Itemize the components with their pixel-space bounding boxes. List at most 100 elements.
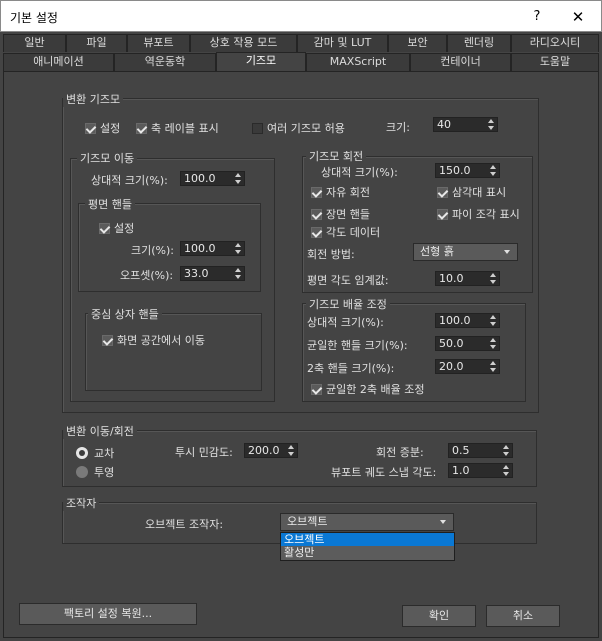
spinner-arrows-icon[interactable]	[235, 268, 242, 279]
move-gizmo-group-label: 기즈모 이동	[77, 150, 138, 166]
spinner-arrows-icon[interactable]	[235, 243, 242, 254]
uniform-handle-size-label: 균일한 핸들 크기(%):	[307, 339, 408, 352]
rotate-relative-size-spinner[interactable]: 150.0	[435, 163, 500, 178]
biaxial-handle-size-label: 2축 핸들 크기(%):	[307, 362, 395, 375]
gizmo-size-spinner[interactable]: 40	[433, 117, 498, 132]
tab-radiosity[interactable]: 라디오시티	[511, 34, 599, 52]
viewport-arc-snap-label: 뷰포트 궤도 스냅 각도:	[331, 466, 437, 479]
spinner-arrows-icon[interactable]	[503, 465, 510, 476]
object-manipulators-label: 오브젝트 조작자:	[145, 518, 224, 531]
window-title: 기본 설정	[10, 11, 58, 25]
gizmo-size-label: 크기:	[386, 121, 410, 134]
scale-gizmo-group-label: 기즈모 배율 조정	[306, 296, 390, 312]
checkbox-checked-icon	[136, 122, 147, 134]
spinner-arrows-icon[interactable]	[490, 165, 497, 176]
rotate-gizmo-group-label: 기즈모 회전	[306, 148, 367, 164]
rotation-increment-label: 회전 증분:	[376, 446, 424, 459]
center-box-handle-group-label: 중심 상자 핸들	[88, 306, 162, 322]
transform-gizmo-on-checkbox[interactable]: 설정	[85, 120, 120, 136]
plane-handle-size-label: 크기(%):	[131, 244, 174, 257]
close-icon[interactable]: ✕	[563, 5, 593, 29]
move-relative-size-spinner[interactable]: 100.0	[180, 171, 245, 186]
spinner-arrows-icon[interactable]	[503, 445, 510, 456]
chevron-down-icon	[440, 520, 446, 524]
move-rotate-transforms-group-label: 변환 이동/회전	[63, 423, 137, 439]
help-icon[interactable]: ?	[525, 6, 549, 28]
center-box-handle-group	[85, 313, 262, 391]
biaxial-handle-size-spinner[interactable]: 20.0	[435, 359, 500, 374]
show-axis-labels-checkbox[interactable]: 축 레이블 표시	[136, 120, 219, 136]
checkbox-checked-icon	[311, 383, 322, 395]
scale-relative-size-label: 상대적 크기(%):	[307, 316, 384, 329]
show-pie-slice-checkbox[interactable]: 파이 조각 표시	[437, 206, 520, 222]
tab-maxscript[interactable]: MAXScript	[306, 53, 410, 71]
tab-general[interactable]: 일반	[3, 34, 66, 52]
tab-files[interactable]: 파일	[66, 34, 127, 52]
option-active-only[interactable]: 활성만	[281, 546, 454, 559]
spinner-arrows-icon[interactable]	[490, 273, 497, 284]
spinner-arrows-icon[interactable]	[288, 445, 295, 456]
viewport-arc-snap-spinner[interactable]: 1.0	[448, 463, 513, 478]
object-manipulators-options-list: 오브젝트 활성만	[280, 532, 455, 561]
plane-angle-threshold-label: 평면 각도 임계값:	[307, 274, 389, 287]
plane-handle-offset-spinner[interactable]: 33.0	[180, 266, 245, 281]
spinner-arrows-icon[interactable]	[235, 173, 242, 184]
perspective-sensitivity-label: 투시 민감도:	[175, 446, 233, 459]
checkbox-unchecked-icon	[252, 122, 263, 134]
plane-angle-threshold-spinner[interactable]: 10.0	[435, 271, 500, 286]
tab-viewports[interactable]: 뷰포트	[127, 34, 190, 52]
spinner-arrows-icon[interactable]	[490, 361, 497, 372]
scale-relative-size-spinner[interactable]: 100.0	[435, 313, 500, 328]
checkbox-checked-icon	[102, 334, 113, 346]
tab-inverse-kinematics[interactable]: 역운동학	[114, 53, 216, 71]
tab-gamma-lut[interactable]: 감마 및 LUT	[297, 34, 388, 52]
plane-handles-on-checkbox[interactable]: 설정	[99, 220, 134, 236]
rotate-relative-size-label: 상대적 크기(%):	[321, 166, 398, 179]
checkbox-checked-icon	[437, 186, 448, 198]
tab-containers[interactable]: 컨테이너	[410, 53, 511, 71]
tab-rendering[interactable]: 렌더링	[447, 34, 511, 52]
projection-radio[interactable]: 투영	[76, 464, 114, 480]
free-rotation-checkbox[interactable]: 자유 회전	[311, 184, 370, 200]
radio-unselected-icon	[76, 466, 88, 478]
tab-interaction-mode[interactable]: 상호 작용 모드	[190, 34, 297, 52]
spinner-arrows-icon[interactable]	[490, 338, 497, 349]
tab-help[interactable]: 도움말	[511, 53, 599, 71]
rotation-method-label: 회전 방법:	[307, 248, 355, 261]
checkbox-checked-icon	[311, 208, 322, 220]
show-tripod-checkbox[interactable]: 삼각대 표시	[437, 184, 506, 200]
checkbox-checked-icon	[85, 122, 96, 134]
checkbox-checked-icon	[437, 208, 448, 220]
perspective-sensitivity-spinner[interactable]: 200.0	[244, 443, 298, 458]
checkbox-checked-icon	[99, 222, 110, 234]
revert-to-factory-settings-button[interactable]: 팩토리 설정 복원...	[19, 603, 197, 625]
chevron-down-icon	[504, 250, 510, 254]
object-manipulators-dropdown[interactable]: 오브젝트	[280, 513, 454, 531]
plane-handle-size-spinner[interactable]: 100.0	[180, 241, 245, 256]
rotation-method-dropdown[interactable]: 선형 흙	[413, 243, 518, 261]
spinner-arrows-icon[interactable]	[488, 119, 495, 130]
intersection-radio[interactable]: 교차	[76, 445, 114, 461]
ok-button[interactable]: 확인	[402, 605, 476, 627]
move-relative-size-label: 상대적 크기(%):	[91, 174, 168, 187]
plane-handles-group-label: 평면 핸들	[85, 196, 135, 212]
tab-security[interactable]: 보안	[388, 34, 447, 52]
option-object[interactable]: 오브젝트	[281, 533, 454, 546]
plane-handle-offset-label: 오프셋(%):	[120, 269, 174, 282]
tab-animation[interactable]: 애니메이션	[3, 53, 114, 71]
tab-gizmos[interactable]: 기즈모	[216, 52, 306, 72]
move-in-screen-space-checkbox[interactable]: 화면 공간에서 이동	[102, 332, 205, 348]
angle-data-checkbox[interactable]: 각도 데이터	[311, 224, 380, 240]
spinner-arrows-icon[interactable]	[490, 315, 497, 326]
checkbox-checked-icon	[311, 226, 322, 238]
transform-gizmo-group-label: 변환 기즈모	[63, 91, 124, 107]
checkbox-checked-icon	[311, 186, 322, 198]
uniform-handle-size-spinner[interactable]: 50.0	[435, 336, 500, 351]
uniform-biaxial-scale-checkbox[interactable]: 균일한 2축 배율 조정	[311, 381, 424, 397]
cancel-button[interactable]: 취소	[486, 605, 560, 627]
rotation-increment-spinner[interactable]: 0.5	[448, 443, 513, 458]
manipulators-group-label: 조작자	[63, 495, 100, 511]
allow-multiple-gizmos-checkbox[interactable]: 여러 기즈모 허용	[252, 120, 345, 136]
screen-handle-checkbox[interactable]: 장면 핸들	[311, 206, 370, 222]
radio-selected-icon	[76, 447, 88, 459]
